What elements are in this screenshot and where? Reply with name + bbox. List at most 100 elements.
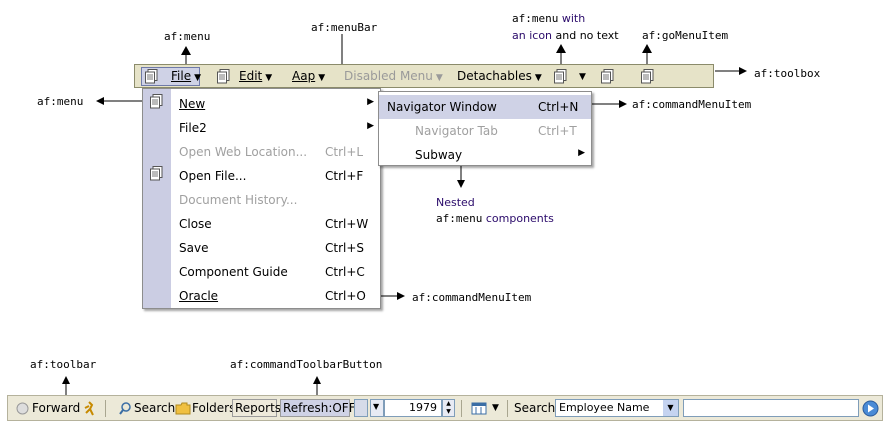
reports-button[interactable]: Reports	[232, 399, 281, 417]
annotation-menu-icon-line1: af:menu with	[512, 12, 585, 25]
menu-item-label: Component Guide	[179, 265, 288, 279]
running-figure-icon[interactable]	[82, 401, 96, 416]
annotation-menu-icon-line2-b: and no text	[555, 29, 619, 42]
chevron-down-icon: ▼	[534, 73, 542, 83]
menu-item-document-history: Document History...	[143, 188, 380, 212]
annotation-commandtoolbarbutton: af:commandToolbarButton	[230, 358, 383, 371]
annotation-menu-icon-with: with	[561, 12, 586, 25]
annotation-commandmenuitem-2: af:commandMenuItem	[412, 291, 532, 304]
menu-detachables-label: Detachables	[457, 69, 532, 83]
refresh-toggle-button[interactable]: Refresh:OFF	[280, 399, 356, 417]
menu-item-new[interactable]: New ▶	[143, 92, 380, 116]
search-button[interactable]: Search	[134, 401, 175, 415]
menu-item-accelerator: Ctrl+L	[325, 145, 364, 159]
annotation-menubar: af:menuBar	[311, 21, 378, 34]
menu-item-accelerator: Ctrl+C	[325, 265, 365, 279]
annotation-menu-icon-code: af:menu	[512, 12, 559, 25]
annotation-toolbox: af:toolbox	[754, 67, 821, 80]
menu-item-label: File2	[179, 121, 207, 135]
menu-item-accelerator: Ctrl+S	[325, 241, 365, 255]
search-text-input[interactable]	[683, 399, 859, 417]
menu-item-label: Document History...	[179, 193, 298, 207]
toolbar-separator	[461, 400, 462, 417]
menu-item-label: Save	[179, 241, 209, 255]
chevron-down-icon: ▼	[373, 402, 380, 411]
menu-item-label: Open File...	[179, 169, 247, 183]
go-menu-item-2-document-icon[interactable]	[641, 69, 654, 84]
menu-item-accelerator: Ctrl+O	[325, 289, 366, 303]
go-arrow-icon[interactable]	[862, 400, 879, 417]
folders-button[interactable]: Folders	[192, 401, 235, 415]
menu-aap[interactable]: Aap ▼	[292, 69, 325, 83]
annotation-menu-icon-line2: an icon and no text	[512, 29, 619, 42]
menu-file-label: File	[171, 69, 192, 83]
year-dropdown-button[interactable]	[354, 399, 368, 417]
submenu-arrow-icon: ▶	[578, 148, 585, 158]
search-field-select-value: Employee Name	[559, 401, 650, 414]
search-icon	[119, 402, 131, 415]
menu-item-navigator-window[interactable]: Navigator Window Ctrl+N	[379, 95, 591, 119]
annotation-gomenuitem: af:goMenuItem	[642, 29, 729, 42]
edit-document-icon	[217, 69, 230, 84]
menu-disabled: Disabled Menu ▼	[344, 69, 443, 83]
new-submenu: Navigator Window Ctrl+N Navigator Tab Ctrl…	[378, 91, 592, 166]
chevron-down-icon: ▼	[265, 73, 273, 83]
submenu-arrow-icon: ▶	[367, 121, 374, 131]
menu-item-oracle[interactable]: Oracle Ctrl+O	[143, 284, 380, 308]
menu-item-accelerator: Ctrl+F	[325, 169, 364, 183]
go-menu-item-document-icon[interactable]	[601, 69, 614, 84]
menubar: File ▼ Edit ▼ Aap ▼ Disabled Menu ▼ Detachab…	[134, 64, 714, 88]
chevron-down-icon[interactable]: ▼	[579, 72, 586, 82]
menu-item-component-guide[interactable]: Component Guide Ctrl+C	[143, 260, 380, 284]
menu-edit-label: Edit	[239, 69, 263, 83]
menu-item-navigator-tab: Navigator Tab Ctrl+T	[379, 119, 591, 143]
chevron-down-icon: ▼	[663, 400, 678, 416]
chevron-down-icon[interactable]: ▼	[492, 403, 499, 413]
menu-item-accelerator: Ctrl+W	[325, 217, 369, 231]
menu-item-label: Navigator Tab	[415, 124, 498, 138]
menu-item-label: Oracle	[179, 289, 219, 303]
search-label: Search	[514, 401, 556, 415]
menu-item-label: Navigator Window	[387, 100, 497, 114]
calendar-icon[interactable]	[471, 402, 487, 415]
menu-item-label: New	[179, 97, 206, 111]
menu-file[interactable]: File ▼	[171, 69, 201, 83]
annotation-nested-text: components	[485, 212, 554, 225]
annotation-menu-left: af:menu	[37, 95, 84, 108]
toolbar-separator	[105, 400, 106, 417]
menu-item-open-file[interactable]: Open File... Ctrl+F	[143, 164, 380, 188]
menu-edit[interactable]: Edit ▼	[239, 69, 272, 83]
menu-disabled-label: Disabled Menu	[344, 69, 433, 83]
annotation-nested-code: af:menu	[436, 212, 483, 225]
menu-item-save[interactable]: Save Ctrl+S	[143, 236, 380, 260]
forward-icon	[16, 402, 29, 415]
icon-menu-document-icon[interactable]	[554, 69, 567, 84]
forward-button[interactable]: Forward	[32, 401, 80, 415]
file-dropdown-menu: New ▶ File2 ▶ Open Web Location... Ctrl+L O…	[142, 88, 381, 309]
chevron-down-icon: ▼	[194, 73, 202, 83]
menu-item-subway[interactable]: Subway ▶	[379, 143, 591, 167]
file-document-icon	[145, 69, 158, 84]
menu-item-file2[interactable]: File2 ▶	[143, 116, 380, 140]
search-field-select[interactable]: Employee Name ▼	[555, 399, 679, 417]
submenu-arrow-icon: ▶	[367, 97, 374, 107]
menu-item-label: Subway	[415, 148, 463, 162]
menu-item-accelerator: Ctrl+N	[538, 100, 579, 114]
annotation-toolbar: af:toolbar	[30, 358, 97, 371]
folder-icon	[175, 402, 191, 415]
year-input[interactable]: 1979	[384, 399, 442, 417]
chevron-down-icon: ▼	[435, 73, 443, 83]
annotation-nested-2: af:menu components	[436, 212, 554, 225]
menu-detachables[interactable]: Detachables ▼	[457, 69, 542, 83]
menu-item-label: Close	[179, 217, 212, 231]
annotation-menu-top: af:menu	[164, 30, 211, 43]
annotation-nested-1: Nested	[436, 196, 475, 209]
menu-item-accelerator: Ctrl+T	[538, 124, 577, 138]
menu-item-label: Open Web Location...	[179, 145, 308, 159]
menu-item-close[interactable]: Close Ctrl+W	[143, 212, 380, 236]
annotation-menu-icon-line2-a: an icon	[512, 29, 553, 42]
toolbar-separator	[507, 400, 508, 417]
toolbar: Forward Search Folders Reports Refresh:O…	[7, 395, 883, 421]
year-spinner[interactable]: ▲ ▼	[442, 399, 455, 417]
year-dropdown-toggle[interactable]: ▼	[370, 399, 384, 417]
